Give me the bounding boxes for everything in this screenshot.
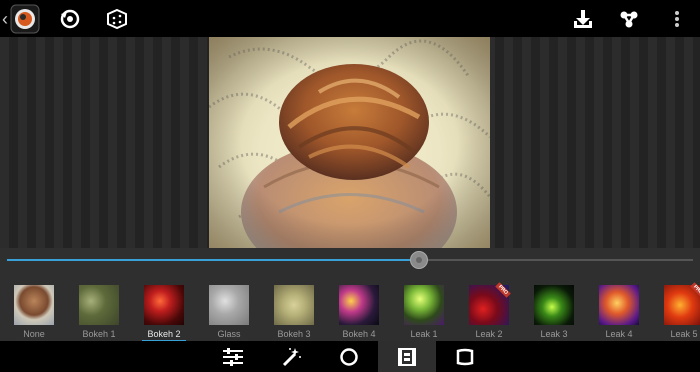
app-logo-icon[interactable] — [10, 4, 40, 34]
bottom-toolbar — [0, 341, 700, 372]
slider-thumb[interactable] — [410, 251, 428, 269]
filter-thumbnail — [599, 285, 639, 325]
filter-label: Bokeh 4 — [342, 329, 376, 339]
filter-glass[interactable]: Glass — [207, 285, 251, 341]
filter-leak-1[interactable]: Leak 1 — [402, 285, 446, 341]
filter-leak-4[interactable]: Leak 4 — [597, 285, 641, 341]
filter-thumbnail — [534, 285, 574, 325]
filter-none[interactable]: None — [12, 285, 56, 341]
film-overlay-icon[interactable] — [378, 341, 436, 372]
filter-bokeh-4[interactable]: Bokeh 4 — [337, 285, 381, 341]
adjust-sliders-icon[interactable] — [204, 341, 262, 372]
back-chevron-icon[interactable]: ‹ — [0, 4, 10, 34]
filter-thumbnail — [404, 285, 444, 325]
filter-bokeh-2[interactable]: Bokeh 2 — [142, 285, 186, 341]
filter-label: Leak 5 — [670, 329, 698, 339]
filter-label: Glass — [217, 329, 241, 339]
filter-thumbnail — [79, 285, 119, 325]
download-icon[interactable] — [568, 4, 598, 34]
pro-badge: PRO — [495, 282, 511, 298]
filter-leak-5[interactable]: PRO Leak 5 — [662, 282, 700, 341]
filter-label: Bokeh 1 — [82, 329, 116, 339]
filter-label: None — [23, 329, 45, 339]
frame-border-icon[interactable] — [436, 341, 494, 372]
filter-thumbnail — [14, 285, 54, 325]
filter-thumbnail — [144, 285, 184, 325]
top-toolbar: ‹ — [0, 0, 700, 37]
filter-label: Bokeh 3 — [277, 329, 311, 339]
filter-thumbnail — [339, 285, 379, 325]
slider-fill — [7, 259, 419, 261]
filter-leak-2[interactable]: PRO Leak 2 — [467, 282, 511, 341]
filter-label: Leak 1 — [410, 329, 438, 339]
filter-bokeh-3[interactable]: Bokeh 3 — [272, 285, 316, 341]
vignette-circle-icon[interactable] — [320, 341, 378, 372]
edited-photo — [209, 37, 490, 248]
filter-label: Leak 3 — [540, 329, 568, 339]
random-dice-icon[interactable] — [102, 4, 132, 34]
filter-thumbnail: PRO — [469, 282, 511, 325]
share-icon[interactable] — [614, 4, 644, 34]
filter-thumbnail: PRO — [664, 282, 700, 325]
filter-label: Leak 4 — [605, 329, 633, 339]
filter-thumbnail — [274, 285, 314, 325]
filter-label: Leak 2 — [475, 329, 503, 339]
filter-strip: None Bokeh 1 Bokeh 2 Glass Bokeh 3 Bokeh 4 Lea… — [0, 273, 700, 341]
pro-badge: PRO — [690, 282, 700, 298]
filter-thumbnail — [209, 285, 249, 325]
intensity-slider-area — [0, 248, 700, 273]
more-vert-icon[interactable] — [662, 4, 692, 34]
intensity-slider[interactable] — [7, 251, 693, 269]
magic-wand-icon[interactable] — [262, 341, 320, 372]
filter-label: Bokeh 2 — [147, 329, 181, 339]
history-icon[interactable] — [55, 4, 85, 34]
filter-leak-3[interactable]: Leak 3 — [532, 285, 576, 341]
filter-bokeh-1[interactable]: Bokeh 1 — [77, 285, 121, 341]
